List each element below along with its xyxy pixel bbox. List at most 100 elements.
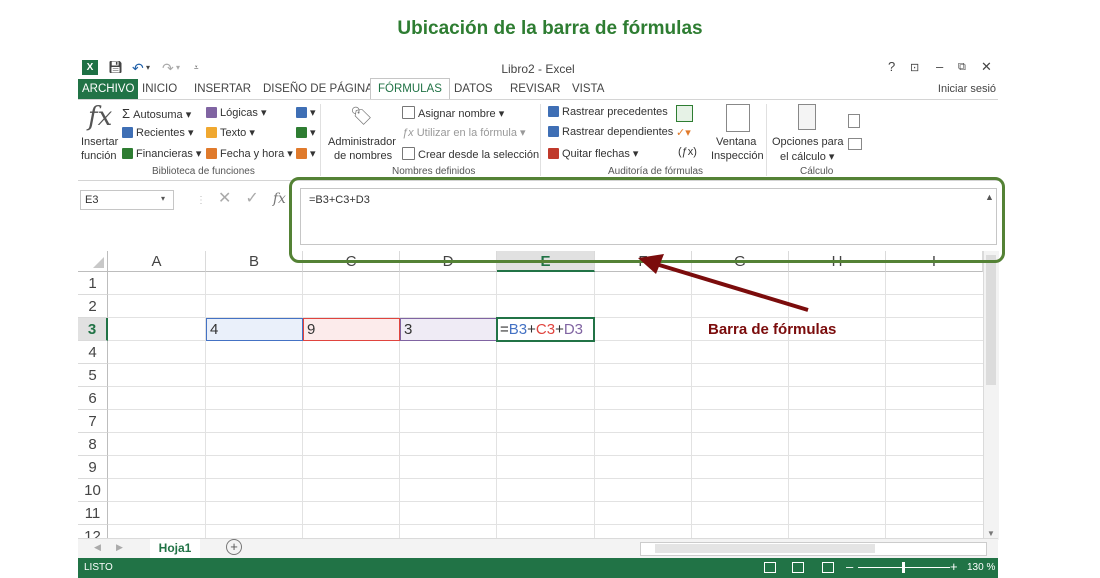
row-header[interactable]: 10 [78,479,108,502]
show-formulas-icon[interactable] [676,105,693,122]
math-button[interactable]: ▾ [296,126,316,139]
lookup-button[interactable]: ▾ [296,106,316,119]
page-break-icon[interactable] [822,562,834,573]
add-sheet-icon[interactable]: + [226,539,242,555]
worksheet-grid: A B C D E F G H I 1 2 3 4 5 6 7 8 9 10 1… [78,251,983,540]
book-icon [122,148,133,159]
watch-window-label-1[interactable]: Ventana [716,136,756,148]
trace-dependents-button[interactable]: Rastrear dependientes [548,126,673,138]
insert-function-fx-icon[interactable]: fx [273,191,286,207]
grid-line [885,272,886,540]
cancel-icon[interactable]: ✕ [218,190,231,207]
close-icon[interactable]: ✕ [981,59,992,75]
row-header[interactable]: 7 [78,410,108,433]
column-header[interactable]: A [108,251,206,272]
zoom-in-icon[interactable]: + [950,559,958,574]
use-in-formula-button[interactable]: ƒx Utilizar en la fórmula ▾ [402,126,526,139]
insert-function-label-2[interactable]: función [81,150,116,162]
logical-button[interactable]: Lógicas ▾ [206,106,267,119]
row-header[interactable]: 11 [78,502,108,525]
signin-link[interactable]: Iniciar sesió [938,79,996,99]
row-header[interactable]: 2 [78,295,108,318]
text-button[interactable]: Texto ▾ [206,126,255,139]
select-all-corner[interactable] [78,251,108,272]
zoom-level[interactable]: 130 % [967,562,995,573]
name-manager-icon[interactable]: 🏷︎ [350,106,373,127]
row-header[interactable]: 4 [78,341,108,364]
insert-function-label-1[interactable]: Insertar [81,136,118,148]
calc-options-label-1[interactable]: Opciones para [772,136,844,148]
minimize-icon[interactable]: – [936,59,943,74]
row-header[interactable]: 6 [78,387,108,410]
question-book-icon [206,107,217,118]
row-header[interactable]: 9 [78,456,108,479]
name-manager-label-2[interactable]: de nombres [334,150,392,162]
calc-now-icon[interactable] [848,114,860,128]
page-layout-icon[interactable] [792,562,804,573]
cell-d3[interactable]: 3 [400,318,497,341]
calc-options-label-2[interactable]: el cálculo ▾ [780,150,834,163]
star-icon [122,127,133,138]
calculator-icon[interactable] [798,104,816,130]
remove-arrows-icon [548,148,559,159]
next-sheet-icon[interactable]: ▶ [116,542,123,553]
normal-view-icon[interactable] [764,562,776,573]
scroll-thumb[interactable] [655,544,875,553]
group-label-names: Nombres definidos [392,166,476,177]
grid-line [108,478,983,479]
scroll-down-icon[interactable]: ▼ [987,529,995,538]
formula-bar-highlight [289,177,1005,263]
watch-window-label-2[interactable]: Inspección [711,150,764,162]
name-box[interactable]: E3 ▾ [80,190,174,210]
zoom-slider-thumb[interactable] [902,562,905,573]
cell-b3[interactable]: 4 [206,318,303,341]
enter-icon[interactable]: ✓ [245,190,258,207]
help-button[interactable]: ? [888,59,895,74]
sheet-tab[interactable]: Hoja1 [150,539,200,560]
watch-window-icon[interactable] [726,104,750,132]
drag-handle-icon[interactable]: ⋮ [196,195,206,206]
insert-function-icon[interactable]: fx [88,102,112,132]
row-header-selected[interactable]: 3 [78,318,108,341]
math-icon [296,127,307,138]
tab-datos[interactable]: DATOS [454,79,493,99]
restore-icon[interactable]: ⧉ [958,61,966,74]
tab-vista[interactable]: VISTA [572,79,604,99]
tab-formulas[interactable]: FÓRMULAS [370,78,450,100]
zoom-out-icon[interactable]: – [846,559,853,574]
more-functions-button[interactable]: ▾ [296,147,316,160]
row-header[interactable]: 5 [78,364,108,387]
horizontal-scrollbar[interactable] [640,542,987,556]
trace-precedents-button[interactable]: Rastrear precedentes [548,106,668,118]
cell-e3-active[interactable]: =B3+C3+D3 [496,317,595,342]
scroll-thumb[interactable] [986,255,996,385]
recent-label: Recientes [136,127,185,139]
chevron-down-icon[interactable]: ▾ [161,194,165,203]
ribbon-display-icon[interactable]: ⊡ [910,61,919,74]
autosum-button[interactable]: Σ Autosuma ▾ [122,106,191,121]
cell-c3[interactable]: 9 [303,318,400,341]
remove-arrows-button[interactable]: Quitar flechas ▾ [548,147,638,160]
prev-sheet-icon[interactable]: ◀ [94,542,101,553]
tab-insertar[interactable]: INSERTAR [194,79,251,99]
row-header[interactable]: 8 [78,433,108,456]
financial-button[interactable]: Financieras ▾ [122,147,201,160]
name-manager-label-1[interactable]: Administrador [328,136,396,148]
assign-name-button[interactable]: Asignar nombre ▾ [402,106,504,120]
grid-line [108,363,983,364]
evaluate-formula-icon[interactable]: (ƒx) [678,146,697,158]
row-header[interactable]: 1 [78,272,108,295]
tab-archivo[interactable]: ARCHIVO [78,79,139,99]
calc-sheet-icon[interactable] [848,138,862,150]
error-checking-icon[interactable]: ✓▾ [676,126,691,139]
vertical-scrollbar[interactable]: ▼ [983,251,999,540]
trace-precedents-icon [548,106,559,117]
datetime-button[interactable]: Fecha y hora ▾ [206,147,293,160]
grid-line [108,409,983,410]
recent-button[interactable]: Recientes ▾ [122,126,194,139]
tab-inicio[interactable]: INICIO [142,79,177,99]
tab-diseno-de-pagina[interactable]: DISEÑO DE PÁGINA [263,79,373,99]
ribbon-separator [320,104,321,176]
create-from-selection-button[interactable]: Crear desde la selección [402,147,539,161]
tab-revisar[interactable]: REVISAR [510,79,561,99]
